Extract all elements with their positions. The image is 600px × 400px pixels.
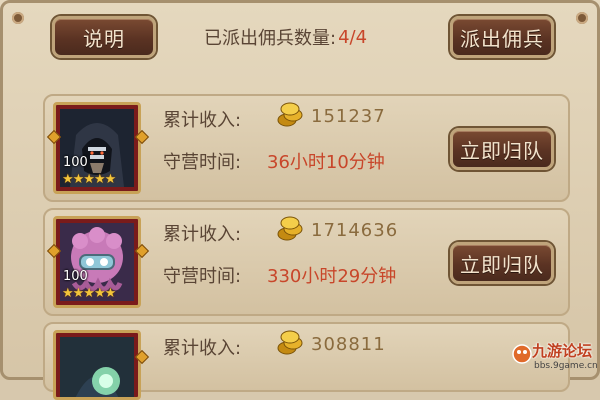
guard-time-value: 330小时29分钟 [267,266,397,287]
recall-button-label: 立即归队 [460,138,544,163]
income-value: 151237 [311,106,386,127]
guard-time-value: 36小时10分钟 [267,152,385,173]
income-label: 累计收入: [163,110,242,131]
dispatch-count-label: 已派出佣兵数量: [204,28,337,49]
income-value: 308811 [311,334,386,355]
mercenary-portrait[interactable] [53,330,141,400]
gold-coin-icon [277,102,303,127]
corner-stud [12,12,24,24]
income-label: 累计收入: [163,338,242,359]
dispatch-count-value: 4/4 [338,26,368,48]
watermark-url: bbs.9game.cn [534,361,598,371]
mercenary-panel: 说明 已派出佣兵数量: 4/4 派出佣兵 100 ★★★★★ 累计收入: 151… [0,0,600,400]
dispatch-button-label: 派出佣兵 [460,26,544,51]
mercenary-level: 100 [63,155,88,170]
help-button-label: 说明 [83,26,125,51]
mercenary-portrait[interactable]: 100 ★★★★★ [53,102,141,194]
star-rating: ★★★★★ [62,172,116,187]
help-button[interactable]: 说明 [52,16,156,58]
mercenary-row-3: 累计收入: 308811 [43,322,570,400]
dispatch-count: 已派出佣兵数量: 4/4 [204,22,367,52]
corner-stud [576,12,588,24]
forum-watermark: 九游论坛 bbs.9game.cn [512,340,598,378]
mercenary-portrait[interactable]: 100 ★★★★★ [53,216,141,308]
forum-logo-icon [512,344,532,364]
mercenary-level: 100 [63,269,88,284]
guard-time-label: 守营时间: [163,266,242,287]
income-label: 累计收入: [163,224,242,245]
watermark-title: 九游论坛 [532,342,593,360]
recall-button[interactable]: 立即归队 [450,242,554,284]
dispatch-mercenary-button[interactable]: 派出佣兵 [450,16,554,58]
mercenary-row-2: 100 ★★★★★ 累计收入: 1714636 守营时间: 330小时29分钟 … [43,208,570,316]
gold-coin-icon [277,216,303,241]
star-rating: ★★★★★ [62,286,116,301]
guard-time-label: 守营时间: [163,152,242,173]
recall-button[interactable]: 立即归队 [450,128,554,170]
mercenary-row-1: 100 ★★★★★ 累计收入: 151237 守营时间: 36小时10分钟 立即… [43,94,570,202]
recall-button-label: 立即归队 [460,252,544,277]
gold-coin-icon [277,330,303,355]
income-value: 1714636 [311,220,399,241]
green-orb-mercenary-icon [60,337,134,397]
